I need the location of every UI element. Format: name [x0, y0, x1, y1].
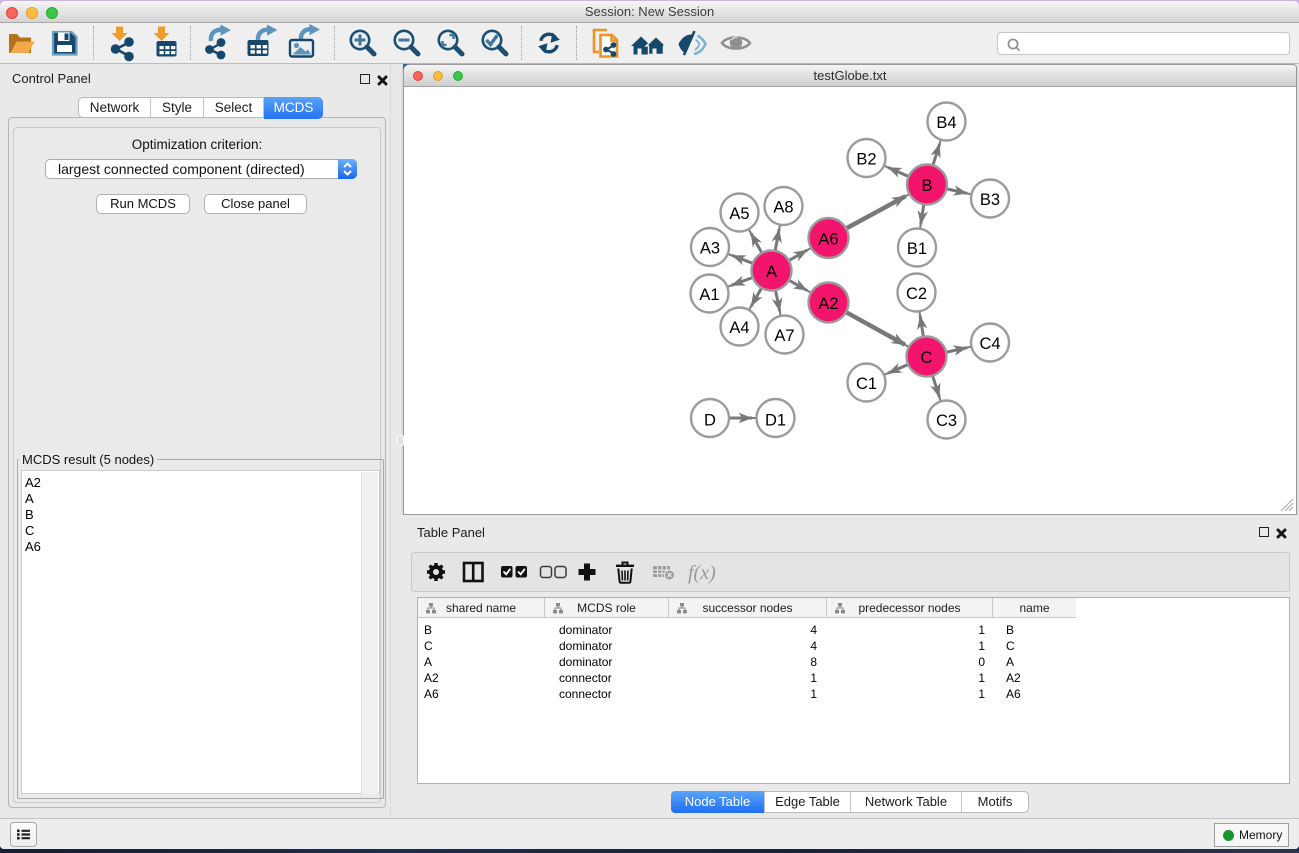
svg-text:D: D — [704, 412, 716, 430]
svg-text:C3: C3 — [936, 412, 957, 430]
svg-text:C: C — [921, 349, 933, 367]
svg-text:f(x): f(x) — [688, 562, 716, 584]
svg-text:D1: D1 — [765, 412, 786, 430]
svg-text:B2: B2 — [856, 151, 876, 169]
svg-text:A1: A1 — [699, 286, 719, 304]
svg-text:B1: B1 — [907, 240, 927, 258]
svg-text:A4: A4 — [729, 319, 749, 337]
svg-text:B4: B4 — [936, 114, 956, 132]
svg-text:C4: C4 — [979, 335, 1000, 353]
svg-text:A7: A7 — [774, 327, 794, 345]
svg-text:C1: C1 — [856, 375, 877, 393]
svg-text:A8: A8 — [773, 199, 793, 217]
svg-text:A2: A2 — [818, 295, 838, 313]
svg-text:B3: B3 — [980, 191, 1000, 209]
svg-text:C2: C2 — [906, 285, 927, 303]
svg-text:A3: A3 — [700, 240, 720, 258]
svg-text:A: A — [766, 263, 777, 281]
svg-text:A5: A5 — [729, 205, 749, 223]
svg-text:B: B — [921, 177, 932, 195]
svg-text:A6: A6 — [818, 231, 838, 249]
